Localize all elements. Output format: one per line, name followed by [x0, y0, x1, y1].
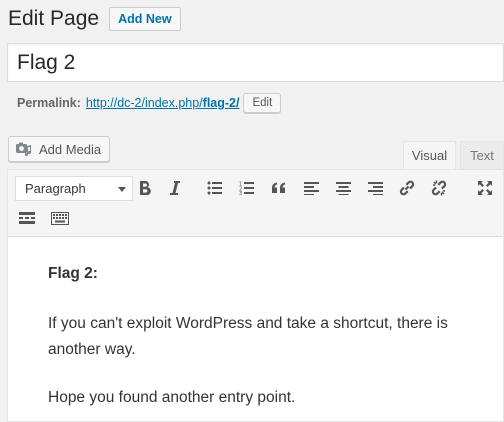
content-paragraph: If you can't exploit WordPress and take …: [48, 315, 448, 358]
tab-text[interactable]: Text: [460, 141, 504, 169]
italic-icon[interactable]: [163, 176, 187, 200]
title-input[interactable]: Flag 2: [7, 43, 504, 82]
add-media-label: Add Media: [39, 141, 102, 157]
link-icon[interactable]: [395, 176, 419, 200]
format-select[interactable]: Paragraph: [15, 176, 133, 201]
permalink-edit-button[interactable]: Edit: [243, 93, 282, 113]
read-more-icon[interactable]: [15, 206, 39, 230]
align-center-icon[interactable]: [331, 176, 355, 200]
bold-icon[interactable]: [133, 176, 157, 200]
add-media-button[interactable]: Add Media: [8, 136, 111, 162]
bulleted-list-icon[interactable]: [203, 176, 227, 200]
page-title: Edit Page: [8, 7, 100, 30]
editor: Paragraph 123 Flag 2: If you can't explo…: [7, 169, 504, 422]
page-header: Edit Page Add New: [8, 4, 181, 34]
permalink-link[interactable]: http://dc-2/index.php/flag-2/: [86, 96, 240, 110]
fullscreen-icon[interactable]: [473, 176, 497, 200]
svg-text:3: 3: [239, 191, 242, 195]
permalink-row: Permalink: http://dc-2/index.php/flag-2/…: [17, 91, 282, 115]
editor-content[interactable]: Flag 2: If you can't exploit WordPress a…: [8, 237, 503, 421]
chevron-down-icon: [118, 187, 126, 192]
editor-toolbar: Paragraph 123: [8, 170, 503, 237]
camera-music-icon: [15, 141, 33, 157]
align-left-icon[interactable]: [299, 176, 323, 200]
numbered-list-icon[interactable]: 123: [235, 176, 259, 200]
align-right-icon[interactable]: [363, 176, 387, 200]
permalink-slug: flag-2/: [202, 96, 240, 110]
unlink-icon[interactable]: [427, 176, 451, 200]
format-select-value: Paragraph: [25, 181, 86, 196]
permalink-label: Permalink:: [17, 96, 81, 110]
add-new-button[interactable]: Add New: [109, 7, 181, 31]
permalink-base: http://dc-2/index.php/: [85, 96, 203, 110]
tab-visual[interactable]: Visual: [403, 141, 456, 169]
blockquote-icon[interactable]: [267, 176, 291, 200]
content-paragraph: Hope you found another entry point.: [48, 389, 296, 406]
content-heading: Flag 2:: [48, 265, 98, 282]
toolbar-toggle-icon[interactable]: [48, 206, 72, 230]
